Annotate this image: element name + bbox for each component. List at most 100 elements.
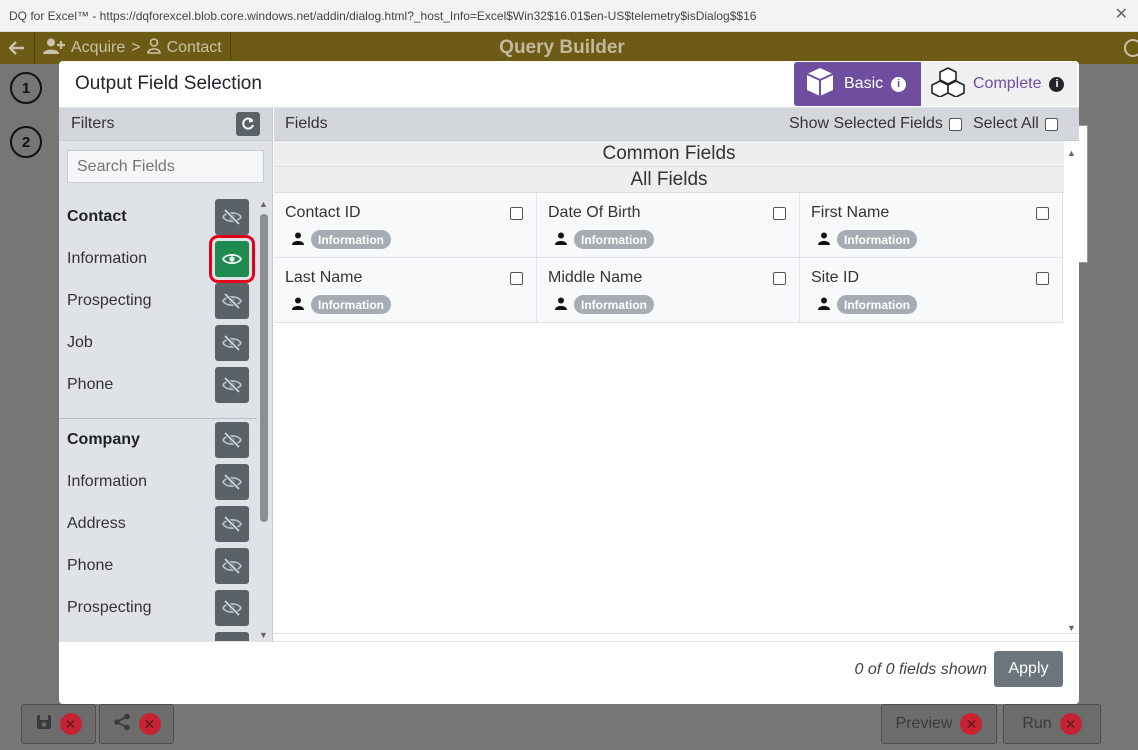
field-name: Date Of Birth — [548, 204, 641, 221]
category-badge: Information — [311, 230, 391, 249]
fields-label: Fields — [285, 115, 328, 132]
field-card[interactable]: First Name Information — [800, 193, 1063, 258]
field-card[interactable]: Date Of Birth Information — [537, 193, 800, 258]
back-arrow-icon[interactable] — [0, 32, 35, 64]
fields-panel: Fields Show Selected Fields Select All C… — [274, 108, 1079, 641]
select-all-checkbox[interactable] — [1044, 117, 1058, 131]
breadcrumb-acquire[interactable]: Acquire — [71, 39, 125, 57]
fields-scrollbar[interactable]: ▲ ▼ — [1064, 141, 1079, 633]
eye-slash-icon[interactable] — [215, 548, 249, 584]
scroll-up-icon[interactable]: ▲ — [259, 199, 268, 209]
filter-item-label: Information — [67, 250, 148, 267]
person-icon — [818, 297, 830, 315]
fields-header: Fields Show Selected Fields Select All — [274, 108, 1079, 141]
filter-group-label: Contact — [67, 208, 127, 225]
show-selected-checkbox[interactable] — [948, 117, 962, 131]
filters-panel: Filters Contact Information Prospecting … — [59, 108, 273, 641]
eye-slash-icon[interactable] — [215, 590, 249, 626]
field-card[interactable]: Contact ID Information — [274, 193, 537, 258]
field-name: Contact ID — [285, 204, 361, 221]
filters-header: Filters — [59, 108, 272, 141]
show-selected-fields-toggle[interactable]: Show Selected Fields — [789, 115, 962, 133]
basic-mode-button[interactable]: Basic i — [794, 62, 921, 106]
filter-item-label: Address — [67, 515, 126, 532]
save-icon — [36, 714, 52, 735]
select-all-toggle[interactable]: Select All — [973, 115, 1058, 133]
filter-item-contact-job: Job — [59, 322, 257, 364]
preview-button[interactable]: Preview ✕ — [881, 704, 997, 744]
search-fields-input[interactable] — [67, 150, 264, 183]
modal-footer: 0 of 0 fields shown Apply — [59, 641, 1079, 704]
field-checkbox[interactable] — [1036, 207, 1049, 220]
share-button[interactable]: ✕ — [99, 704, 174, 744]
person-icon — [555, 297, 567, 315]
cubes-icon — [931, 66, 965, 102]
step-2-indicator: 2 — [10, 126, 42, 158]
filter-list: Contact Information Prospecting Job Phon… — [59, 196, 257, 641]
person-icon — [292, 297, 304, 315]
scroll-down-icon[interactable]: ▼ — [1067, 623, 1076, 633]
scrollbar-thumb[interactable] — [260, 214, 268, 522]
scroll-up-icon[interactable]: ▲ — [1067, 148, 1076, 158]
info-icon[interactable]: i — [891, 76, 907, 92]
scroll-down-icon[interactable]: ▼ — [259, 630, 268, 640]
field-name: Site ID — [811, 269, 860, 286]
eye-icon[interactable] — [209, 235, 255, 283]
eye-slash-icon[interactable] — [215, 199, 249, 235]
filter-item-label: Prospecting — [67, 599, 152, 616]
eye-slash-icon[interactable] — [215, 632, 249, 641]
filter-item-label: Information — [67, 473, 148, 490]
field-checkbox[interactable] — [773, 207, 786, 220]
category-badge: Information — [311, 295, 391, 314]
help-icon[interactable] — [1124, 39, 1138, 57]
field-checkbox[interactable] — [510, 272, 523, 285]
info-icon[interactable]: i — [1049, 76, 1065, 92]
show-selected-label: Show Selected Fields — [789, 115, 943, 132]
preview-label: Preview — [895, 715, 953, 732]
category-badge: Information — [574, 295, 654, 314]
complete-mode-label: Complete — [973, 75, 1042, 92]
bottom-toolbar: ✕ ✕ Preview ✕ Run ✕ — [0, 704, 1138, 750]
filter-group-label: Company — [67, 431, 140, 448]
complete-mode-button[interactable]: Complete i — [921, 62, 1077, 106]
field-card[interactable]: Last Name Information — [274, 258, 537, 323]
filter-item-label: Phone — [67, 557, 114, 574]
person-icon — [555, 232, 567, 250]
field-checkbox[interactable] — [510, 207, 523, 220]
save-button[interactable]: ✕ — [21, 704, 96, 744]
close-icon[interactable]: ✕ — [1115, 7, 1128, 23]
eye-slash-icon[interactable] — [215, 283, 249, 319]
field-cards: Contact ID Information Date Of Birth Inform… — [274, 193, 1064, 323]
filter-item-label: Phone — [67, 376, 114, 393]
filter-item-company-prospecting: Prospecting — [59, 587, 257, 629]
field-checkbox[interactable] — [1036, 272, 1049, 285]
window-titlebar: DQ for Excel™ - https://dqforexcel.blob.… — [0, 0, 1138, 32]
eye-slash-icon[interactable] — [215, 422, 249, 458]
divider — [59, 406, 257, 419]
breadcrumb-separator: > — [131, 39, 141, 56]
field-card[interactable]: Site ID Information — [800, 258, 1063, 323]
select-all-label: Select All — [973, 115, 1039, 132]
refresh-icon[interactable] — [236, 112, 260, 136]
run-button[interactable]: Run ✕ — [1003, 704, 1101, 744]
eye-slash-icon[interactable] — [215, 506, 249, 542]
remove-icon: ✕ — [960, 713, 983, 735]
field-checkbox[interactable] — [773, 272, 786, 285]
all-fields-heading: All Fields — [274, 167, 1064, 193]
eye-slash-icon[interactable] — [215, 464, 249, 500]
filter-item-company-information: Information — [59, 461, 257, 503]
apply-button[interactable]: Apply — [994, 651, 1063, 687]
eye-slash-icon[interactable] — [215, 367, 249, 403]
remove-icon: ✕ — [59, 713, 82, 735]
breadcrumb-contact[interactable]: Contact — [167, 39, 222, 57]
eye-slash-icon[interactable] — [215, 325, 249, 361]
filter-item-contact-phone: Phone — [59, 364, 257, 406]
modal-header: Output Field Selection Basic i Complete … — [59, 61, 1079, 108]
filter-group-company: Company — [59, 419, 257, 461]
app-header: Acquire > Contact Query Builder — [0, 32, 1138, 64]
field-card[interactable]: Middle Name Information — [537, 258, 800, 323]
user-icon — [146, 37, 161, 59]
filters-scrollbar[interactable]: ▲ ▼ — [257, 196, 271, 641]
add-user-icon — [43, 38, 65, 59]
common-fields-heading: Common Fields — [274, 141, 1064, 167]
